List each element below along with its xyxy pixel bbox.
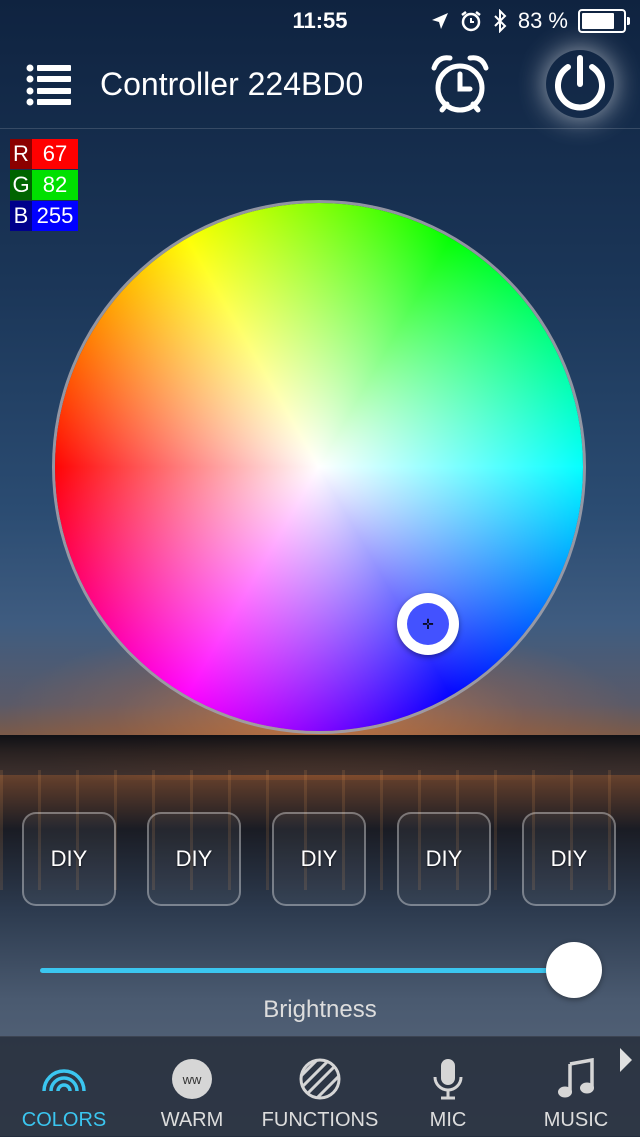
tab-music-label: MUSIC [543, 1109, 609, 1131]
battery-fill [582, 13, 614, 29]
diy-button-5[interactable]: DIY [522, 812, 616, 906]
color-wheel[interactable] [55, 203, 583, 731]
tab-functions[interactable]: FUNCTIONS [255, 1037, 385, 1137]
battery-icon [578, 9, 630, 33]
tab-colors-label: COLORS [21, 1109, 107, 1131]
tab-functions-label: FUNCTIONS [261, 1109, 379, 1131]
blue-row: B 255 [10, 201, 78, 231]
brightness-slider-thumb[interactable] [546, 942, 602, 998]
power-button-icon[interactable] [546, 50, 614, 118]
green-value: 82 [32, 170, 78, 200]
music-note-icon [558, 1058, 594, 1098]
brightness-label: Brightness [263, 996, 377, 1023]
app-header: Controller 224BD0 [0, 40, 640, 129]
blue-value: 255 [32, 201, 78, 231]
green-label: G [10, 170, 32, 200]
menu-list-icon[interactable] [26, 64, 72, 106]
ww-icon: ww [172, 1059, 212, 1099]
microphone-icon [433, 1059, 463, 1100]
tab-warm[interactable]: ww WARM [142, 1037, 242, 1137]
location-arrow-icon [431, 13, 448, 29]
red-value: 67 [32, 139, 78, 169]
svg-text:ww: ww [182, 1072, 202, 1087]
tab-bar: COLORS ww WARM FUNCTIONS MIC MUSIC [0, 1036, 640, 1137]
page-title: Controller 224BD0 [100, 66, 364, 102]
diy-button-4[interactable]: DIY [397, 812, 491, 906]
diy-button-3[interactable]: DIY [272, 812, 366, 906]
bluetooth-icon [494, 9, 507, 33]
shoreline [0, 735, 640, 775]
stripes-icon [299, 1058, 341, 1100]
red-row: R 67 [10, 139, 78, 169]
status-bar: 11:55 83 % [0, 0, 640, 40]
crosshair-icon: ✛ [407, 603, 449, 645]
red-label: R [10, 139, 32, 169]
alarm-status-icon [461, 11, 481, 32]
tab-mic-label: MIC [429, 1109, 467, 1131]
more-tabs-arrow-icon[interactable] [618, 1046, 634, 1074]
green-row: G 82 [10, 170, 78, 200]
rainbow-icon [42, 1069, 86, 1092]
diy-button-2[interactable]: DIY [147, 812, 241, 906]
brightness-slider-track[interactable] [40, 968, 580, 973]
tab-colors[interactable]: COLORS [14, 1037, 114, 1137]
tab-music[interactable]: MUSIC [526, 1037, 626, 1137]
tab-mic[interactable]: MIC [398, 1037, 498, 1137]
battery-percent: 83 % [517, 8, 568, 33]
rgb-readout: R 67 G 82 B 255 [10, 139, 78, 232]
tab-warm-label: WARM [160, 1109, 224, 1131]
alarm-clock-icon[interactable] [428, 52, 492, 116]
color-picker-handle[interactable]: ✛ [397, 593, 459, 655]
diy-button-1[interactable]: DIY [22, 812, 116, 906]
blue-label: B [10, 201, 32, 231]
